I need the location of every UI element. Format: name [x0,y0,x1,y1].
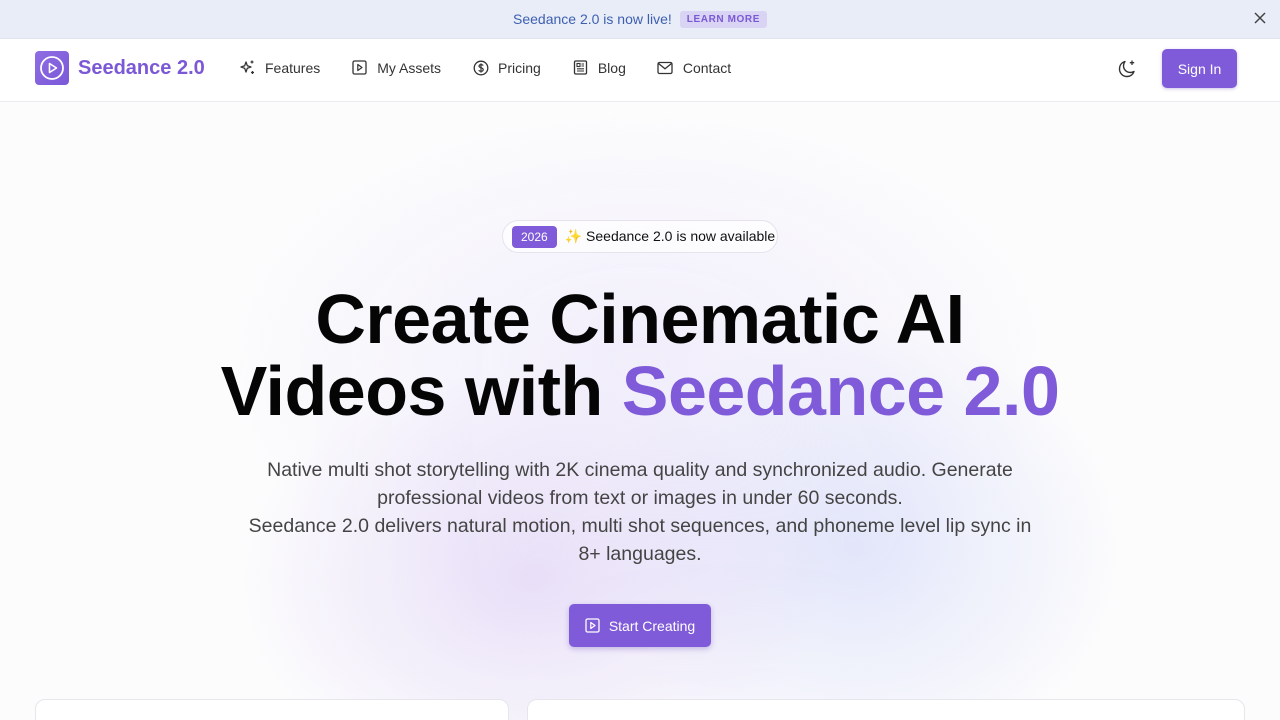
play-circle-icon [35,51,69,85]
nav-item-contact[interactable]: Contact [657,59,731,76]
nav-item-pricing[interactable]: Pricing [472,59,541,76]
nav-label-features: Features [265,59,321,76]
start-creating-label: Start Creating [608,617,696,634]
mail-icon [657,59,674,76]
nav-item-features[interactable]: Features [239,59,320,76]
nav-label-my-assets: My Assets [377,59,442,76]
headline-line-2-prefix: Videos with [220,352,622,430]
sparkles-icon [239,59,256,76]
nav-links: Features My Assets Pricing Blog Contact [239,59,762,76]
badge-text: ✨ Seedance 2.0 is now available [565,228,775,245]
close-icon[interactable] [1252,10,1268,26]
announcement-text: Seedance 2.0 is now live! [513,11,672,27]
play-square-icon [585,618,600,633]
announcement-badge: 2026 ✨ Seedance 2.0 is now available [502,220,778,253]
newspaper-icon [572,59,589,76]
preview-card-left [35,699,509,720]
brand-link[interactable]: Seedance 2.0 [35,51,205,85]
nav-label-pricing: Pricing [498,59,541,76]
hero-description-line-2: Seedance 2.0 delivers natural motion, mu… [248,515,1032,565]
nav-item-blog[interactable]: Blog [572,59,626,76]
learn-more-link[interactable]: LEARN MORE [679,10,767,28]
headline-line-1: Create Cinematic AI [315,280,965,358]
headline-accent: Seedance 2.0 [621,352,1060,430]
sign-in-button[interactable]: Sign In [1162,49,1237,88]
preview-card-right [527,699,1245,720]
hero-description-line-1: Native multi shot storytelling with 2K c… [267,459,1013,509]
badge-message: Seedance 2.0 is now available [586,228,776,244]
nav-label-contact: Contact [682,59,732,76]
brand-name: Seedance 2.0 [78,56,205,79]
play-square-icon [351,59,368,76]
hero-headline: Create Cinematic AI Videos with Seedance… [0,283,1280,427]
hero-description: Native multi shot storytelling with 2K c… [240,456,1040,568]
nav-item-my-assets[interactable]: My Assets [351,59,441,76]
top-navigation: Seedance 2.0 Features My Assets Pricing … [0,39,1280,102]
announcement-bar: Seedance 2.0 is now live! LEARN MORE [0,0,1280,39]
sparkles-emoji-icon: ✨ [564,228,583,244]
start-creating-button[interactable]: Start Creating [569,604,711,647]
dollar-circle-icon [472,59,489,76]
moon-sparkle-icon[interactable] [1116,58,1138,80]
nav-label-blog: Blog [597,59,626,76]
badge-year: 2026 [512,225,557,248]
